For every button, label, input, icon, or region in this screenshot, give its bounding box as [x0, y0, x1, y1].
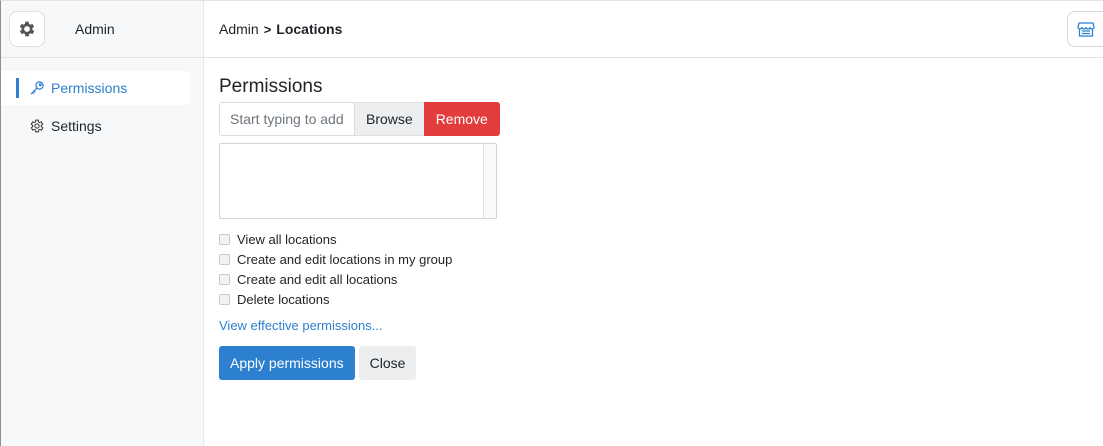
checkbox-label: View all locations	[237, 231, 337, 247]
breadcrumb-current: Locations	[276, 21, 343, 37]
sidebar: Admin Permissions Settings	[1, 1, 204, 446]
close-button[interactable]: Close	[358, 346, 417, 380]
sidebar-item-label: Permissions	[51, 80, 128, 96]
breadcrumb-parent[interactable]: Admin	[219, 21, 259, 37]
sidebar-nav: Permissions Settings	[1, 58, 203, 143]
section-title: Permissions	[219, 76, 323, 97]
principal-input-group: Browse Remove	[219, 102, 1103, 136]
principal-search-input[interactable]	[219, 102, 355, 136]
sidebar-item-settings[interactable]: Settings	[1, 109, 190, 143]
checkbox[interactable]	[219, 233, 230, 245]
principal-list-scrollbar[interactable]	[483, 144, 496, 218]
checkbox-label: Create and edit locations in my group	[237, 251, 453, 267]
key-icon	[29, 80, 45, 96]
form-actions: Apply permissions Close	[219, 346, 1103, 380]
store-button[interactable]	[1067, 11, 1103, 47]
checkbox-create-edit-all[interactable]: Create and edit all locations	[219, 269, 1103, 289]
breadcrumb-separator: >	[263, 21, 272, 37]
app-title: Admin	[75, 21, 115, 37]
gear-icon	[29, 118, 45, 134]
sidebar-item-label: Settings	[51, 118, 102, 134]
checkbox-create-edit-my-group[interactable]: Create and edit locations in my group	[219, 249, 1103, 269]
breadcrumb: Admin > Locations	[219, 21, 342, 37]
checkbox-view-all-locations[interactable]: View all locations	[219, 229, 1103, 249]
checkbox[interactable]	[219, 273, 230, 285]
app-window: Admin Permissions Settings Admin > Locat…	[0, 0, 1103, 446]
browse-button[interactable]: Browse	[355, 102, 424, 136]
app-logo[interactable]	[9, 11, 45, 47]
checkbox-delete-locations[interactable]: Delete locations	[219, 289, 1103, 309]
view-effective-permissions-link[interactable]: View effective permissions...	[219, 318, 383, 333]
store-icon	[1076, 22, 1095, 37]
principal-list[interactable]	[219, 143, 497, 219]
checkbox[interactable]	[219, 293, 230, 305]
checkbox[interactable]	[219, 253, 230, 265]
permission-checkboxes: View all locations Create and edit locat…	[219, 229, 1103, 309]
main-panel: Admin > Locations Permissions Browse Rem…	[204, 1, 1103, 446]
permissions-section: Permissions Browse Remove View all locat…	[204, 58, 1103, 380]
checkbox-label: Delete locations	[237, 291, 330, 307]
remove-button[interactable]: Remove	[423, 102, 500, 136]
topbar: Admin > Locations	[204, 1, 1103, 58]
apply-permissions-button[interactable]: Apply permissions	[219, 346, 355, 380]
sidebar-header: Admin	[1, 1, 203, 58]
checkbox-label: Create and edit all locations	[237, 271, 398, 287]
gear-icon	[19, 21, 35, 37]
sidebar-item-permissions[interactable]: Permissions	[1, 71, 190, 105]
